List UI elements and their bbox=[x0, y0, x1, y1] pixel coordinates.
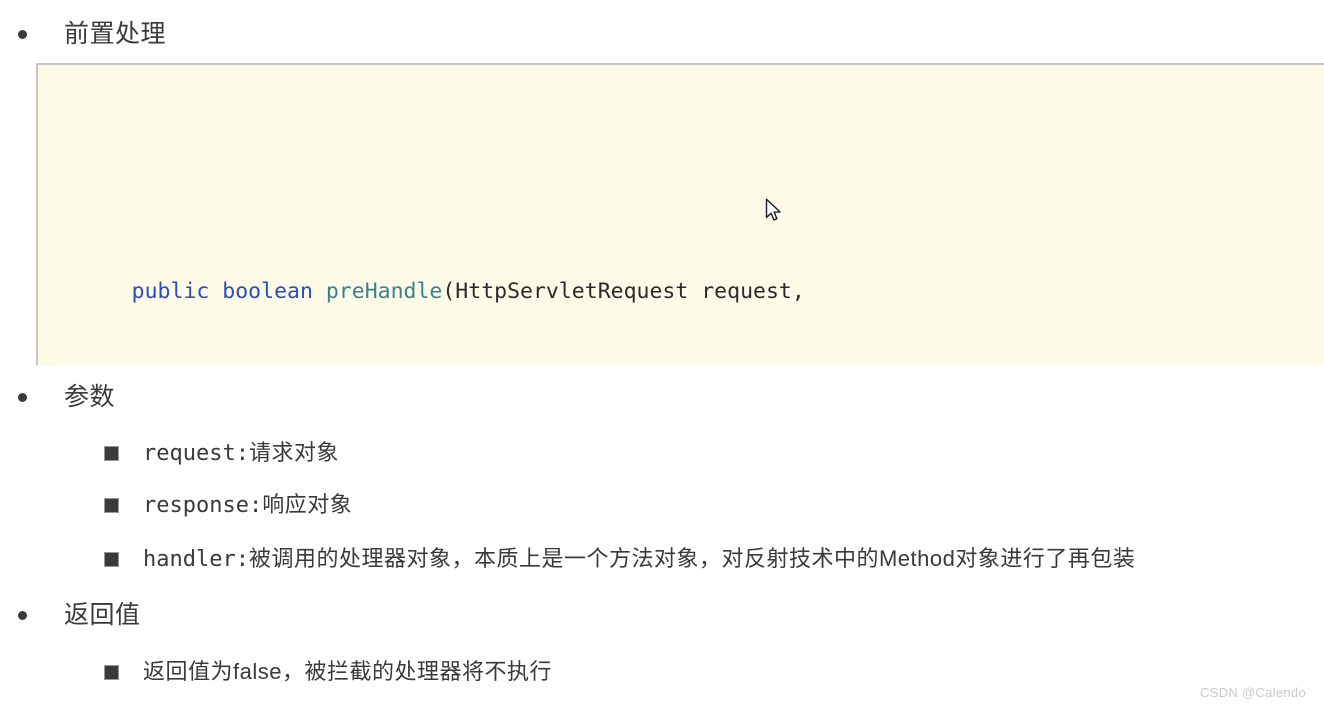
code-token-space-1 bbox=[209, 279, 222, 304]
heading-pre-handle: 前置处理 bbox=[64, 20, 167, 48]
param-desc-request: 请求对象 bbox=[248, 440, 339, 465]
code-content: public boolean preHandle(HttpServletRequ… bbox=[38, 65, 1324, 365]
square-bullet-icon bbox=[104, 498, 119, 513]
code-token-boolean: boolean bbox=[222, 279, 313, 304]
disc-bullet-icon bbox=[18, 392, 27, 402]
param-name-response: response: bbox=[143, 493, 263, 518]
param-desc-handler: 被调用的处理器对象，本质上是一个方法对象，对反射技术中的Method对象进行了再… bbox=[248, 546, 1136, 571]
list-item-label: 返回值为false，被拦截的处理器将不执行 bbox=[143, 658, 552, 687]
list-item-return-false: 返回值为false，被拦截的处理器将不执行 bbox=[0, 658, 552, 687]
param-name-handler: handler: bbox=[143, 547, 249, 572]
code-token-public: public bbox=[131, 279, 210, 304]
bullet-item-return-value: 返回值 bbox=[0, 600, 141, 630]
disc-bullet-icon bbox=[18, 610, 27, 620]
list-item-response: response:响应对象 bbox=[0, 491, 352, 520]
heading-parameters: 参数 bbox=[64, 383, 116, 411]
param-name-request: request: bbox=[143, 441, 249, 466]
list-item-request: request:请求对象 bbox=[0, 439, 339, 468]
code-token-params-1: (HttpServletRequest request, bbox=[442, 279, 805, 304]
list-item-label: request:请求对象 bbox=[143, 439, 339, 468]
code-token-space-2 bbox=[313, 279, 326, 304]
square-bullet-icon bbox=[104, 552, 119, 567]
heading-return-value: 返回值 bbox=[64, 601, 141, 629]
disc-bullet-icon bbox=[18, 29, 27, 39]
return-value-desc: 返回值为false，被拦截的处理器将不执行 bbox=[143, 659, 552, 684]
square-bullet-icon bbox=[104, 446, 119, 461]
bullet-item-pre-handle: 前置处理 bbox=[0, 19, 166, 49]
list-item-label: handler:被调用的处理器对象，本质上是一个方法对象，对反射技术中的Meth… bbox=[143, 545, 1135, 574]
code-token-prehandle: preHandle bbox=[325, 279, 443, 304]
bullet-item-parameters: 参数 bbox=[0, 382, 115, 412]
watermark-csdn: CSDN @Calendo bbox=[1200, 685, 1306, 700]
square-bullet-icon bbox=[104, 665, 119, 680]
list-item-label: response:响应对象 bbox=[143, 491, 352, 520]
param-desc-response: 响应对象 bbox=[262, 492, 353, 517]
code-block-prehandle: public boolean preHandle(HttpServletRequ… bbox=[36, 63, 1324, 365]
code-line-1: public boolean preHandle(HttpServletRequ… bbox=[54, 223, 1324, 361]
list-item-handler: handler:被调用的处理器对象，本质上是一个方法对象，对反射技术中的Meth… bbox=[0, 545, 1135, 574]
